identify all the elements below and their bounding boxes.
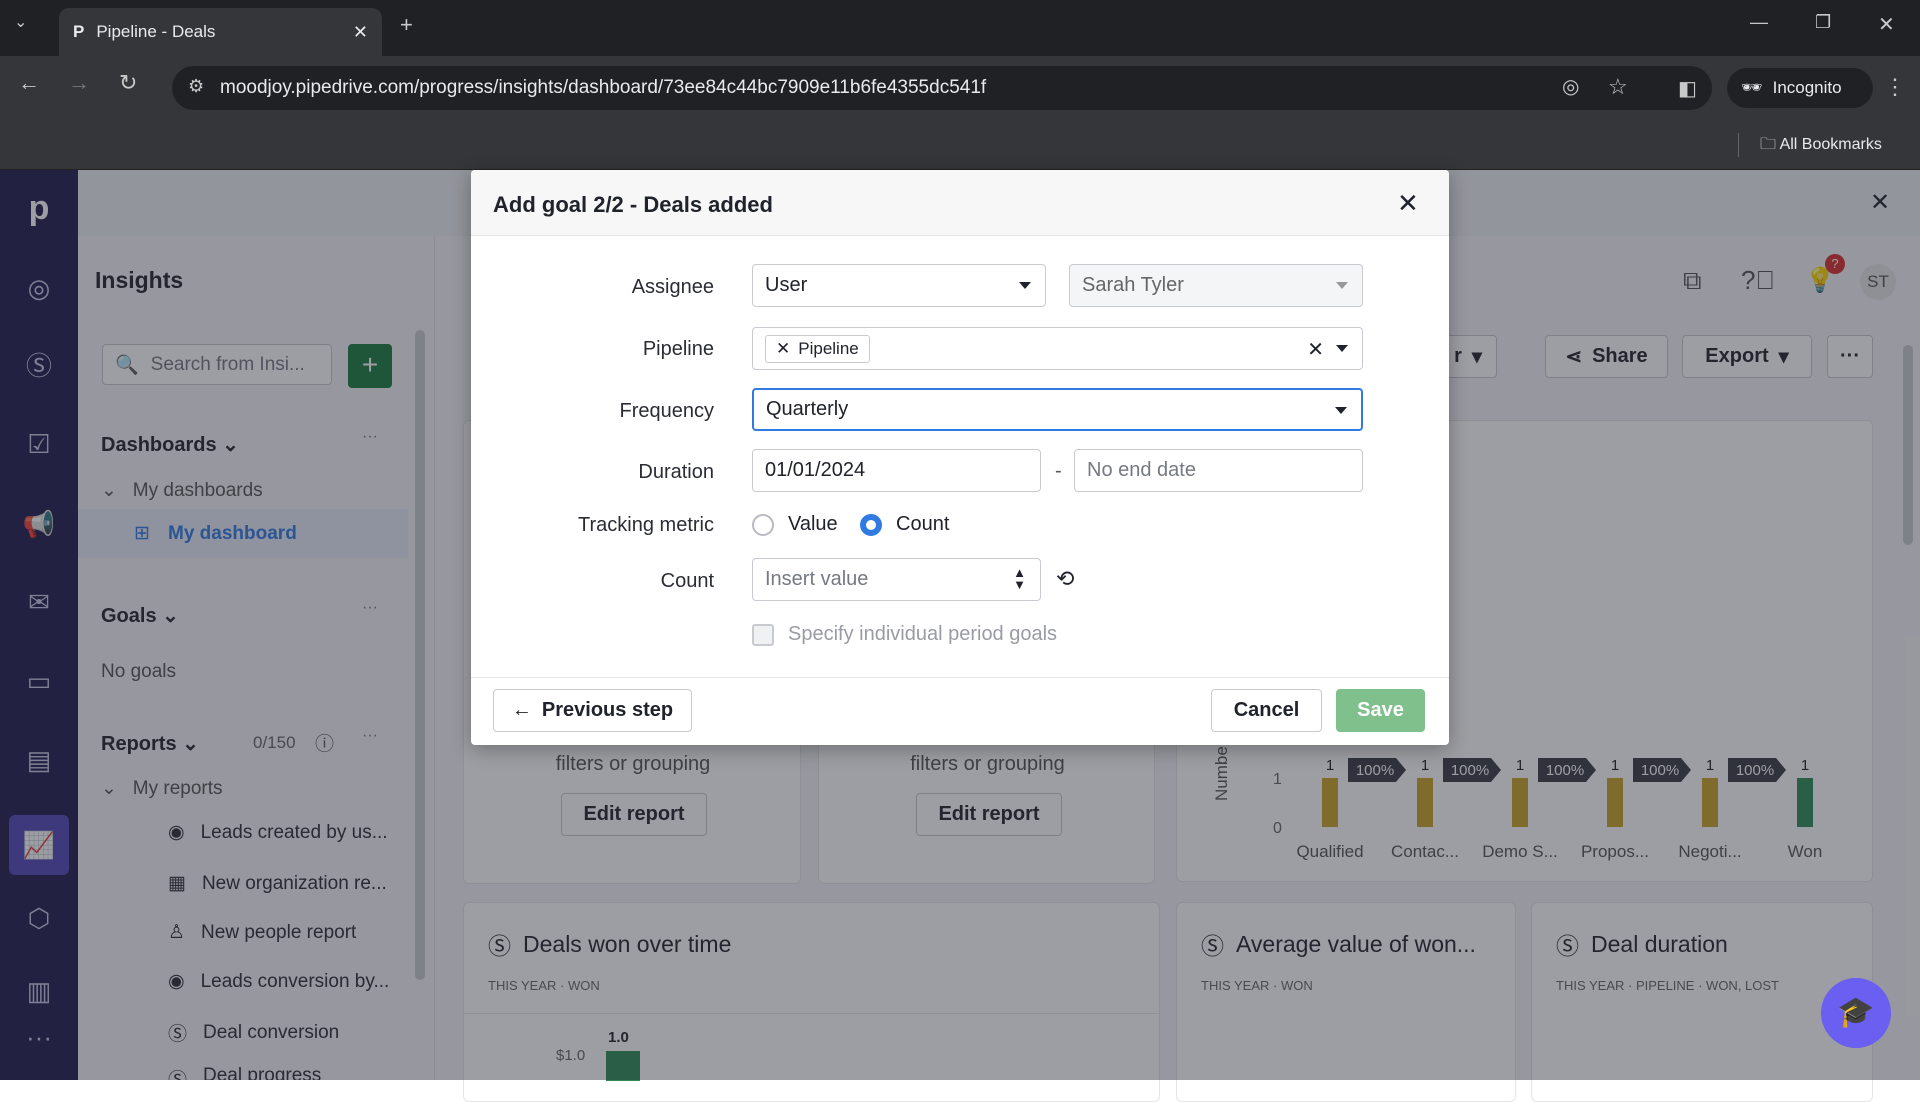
- start-date-input[interactable]: 01/01/2024: [752, 449, 1041, 492]
- save-button[interactable]: Save: [1336, 689, 1425, 732]
- radio-unchecked[interactable]: [752, 513, 774, 536]
- cancel-button[interactable]: Cancel: [1211, 689, 1322, 732]
- site-info-icon[interactable]: ⚙: [188, 76, 204, 97]
- incognito-label: Incognito: [1772, 78, 1842, 97]
- metric-value-radio[interactable]: Value: [752, 513, 838, 536]
- back-icon[interactable]: ←: [18, 70, 40, 96]
- incognito-badge[interactable]: 🕶 Incognito: [1727, 68, 1873, 108]
- remove-tag-icon[interactable]: ✕: [776, 339, 790, 359]
- clear-icon[interactable]: ✕: [1307, 337, 1324, 362]
- minimize-icon[interactable]: —: [1750, 12, 1768, 33]
- url-text: moodjoy.pipedrive.com/progress/insights/…: [220, 77, 987, 98]
- add-goal-modal: Add goal 2/2 - Deals added ✕ Assignee Us…: [471, 170, 1449, 745]
- bookmarks-bar: 🗀 All Bookmarks: [0, 120, 1920, 170]
- new-tab-icon[interactable]: +: [400, 12, 413, 38]
- close-window-icon[interactable]: ✕: [1878, 12, 1895, 37]
- metric-count-radio[interactable]: Count: [860, 513, 949, 536]
- pipeline-label: Pipeline: [642, 338, 714, 360]
- star-icon[interactable]: ☆: [1608, 74, 1628, 100]
- end-date-input[interactable]: No end date: [1074, 449, 1363, 492]
- academy-button[interactable]: 🎓: [1821, 978, 1891, 1048]
- caret-down-icon: [1336, 345, 1348, 352]
- all-bookmarks[interactable]: 🗀 All Bookmarks: [1760, 133, 1882, 160]
- caret-down-icon: [1019, 282, 1031, 289]
- pipeline-tag[interactable]: ✕ Pipeline: [765, 334, 870, 363]
- incognito-icon: 🕶: [1741, 78, 1763, 97]
- previous-step-button[interactable]: ← Previous step: [493, 689, 692, 732]
- restore-icon[interactable]: ❐: [1815, 12, 1831, 33]
- browser-tab-bar: ⌄ P Pipeline - Deals ✕ + — ❐ ✕: [0, 0, 1920, 56]
- menu-icon[interactable]: ⋮: [1884, 74, 1906, 100]
- caret-down-icon: [1335, 407, 1347, 414]
- frequency-select[interactable]: Quarterly: [752, 388, 1363, 431]
- tab-title: Pipeline - Deals: [96, 22, 216, 41]
- duration-label: Duration: [638, 461, 714, 483]
- frequency-label: Frequency: [619, 400, 715, 422]
- close-tab-icon[interactable]: ✕: [353, 22, 368, 43]
- url-input[interactable]: ⚙ moodjoy.pipedrive.com/progress/insight…: [172, 66, 1712, 110]
- count-label: Count: [660, 570, 714, 592]
- forward-icon[interactable]: →: [68, 70, 90, 96]
- assignee-label: Assignee: [631, 276, 714, 298]
- divider: [1738, 133, 1739, 157]
- reload-icon[interactable]: ↻: [119, 70, 137, 96]
- repeat-icon[interactable]: ⟲: [1056, 566, 1074, 592]
- assignee-type-select[interactable]: User: [752, 264, 1046, 307]
- radio-checked[interactable]: [860, 513, 882, 536]
- specify-period-goals-checkbox[interactable]: Specify individual period goals: [752, 623, 1057, 646]
- tracking-metric-label: Tracking metric: [578, 514, 714, 536]
- folder-icon: 🗀: [1760, 136, 1780, 153]
- stepper-icon[interactable]: ▲ ▼: [1013, 566, 1026, 591]
- count-input[interactable]: Insert value ▲ ▼: [752, 558, 1041, 601]
- favicon-icon: P: [73, 22, 85, 41]
- sidepanel-icon[interactable]: ◧: [1678, 76, 1697, 101]
- modal-header: Add goal 2/2 - Deals added ✕: [471, 170, 1449, 236]
- checkbox[interactable]: [752, 623, 774, 646]
- date-separator: -: [1055, 460, 1062, 482]
- footer-divider: [471, 677, 1449, 678]
- caret-down-icon: [1336, 282, 1348, 289]
- browser-tab[interactable]: P Pipeline - Deals ✕: [59, 8, 382, 56]
- pipeline-select[interactable]: ✕ Pipeline ✕: [752, 327, 1363, 370]
- close-modal-icon[interactable]: ✕: [1397, 188, 1419, 219]
- eye-off-icon[interactable]: ◎: [1562, 74, 1579, 99]
- arrow-left-icon: ←: [511, 699, 532, 721]
- tab-list-icon[interactable]: ⌄: [14, 12, 27, 32]
- assignee-user-select[interactable]: Sarah Tyler: [1069, 264, 1363, 307]
- modal-title: Add goal 2/2 - Deals added: [493, 192, 773, 217]
